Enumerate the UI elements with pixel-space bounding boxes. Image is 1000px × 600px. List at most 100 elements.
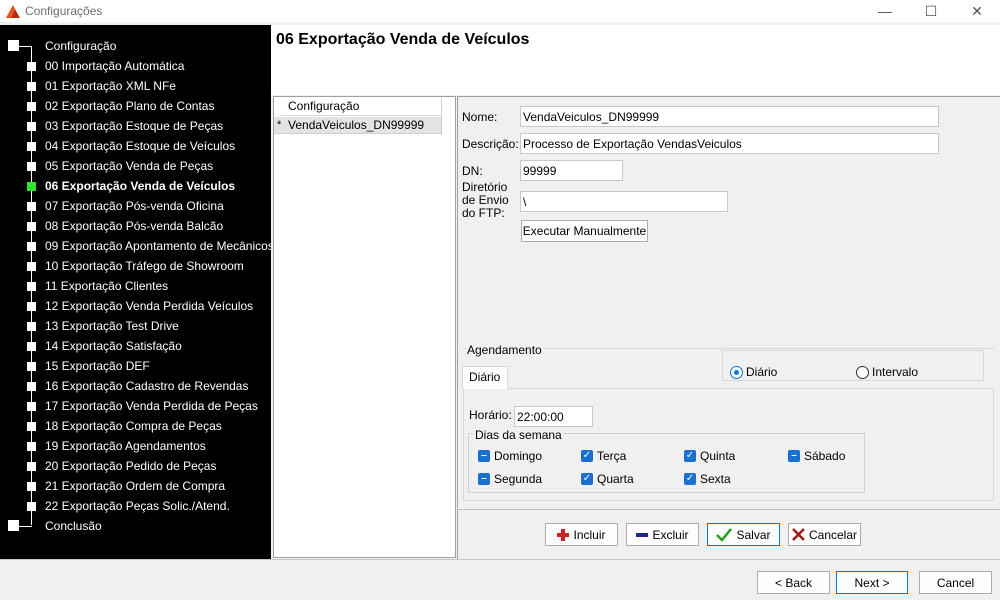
nav-item[interactable]: 03 Exportação Estoque de Peças bbox=[0, 117, 271, 137]
nav-item[interactable]: 16 Exportação Cadastro de Revendas bbox=[0, 377, 271, 397]
nav-node-icon bbox=[27, 462, 36, 471]
nav-item[interactable]: 19 Exportação Agendamentos bbox=[0, 437, 271, 457]
nav-node-icon bbox=[27, 82, 36, 91]
executar-manualmente-button[interactable]: Executar Manualmente bbox=[521, 220, 648, 242]
nav-node-icon bbox=[27, 482, 36, 491]
nav-item-label: 17 Exportação Venda Perdida de Peças bbox=[45, 399, 258, 413]
nav-item[interactable]: 18 Exportação Compra de Peças bbox=[0, 417, 271, 437]
nav-item-label: 12 Exportação Venda Perdida Veículos bbox=[45, 299, 254, 313]
nav-item[interactable]: 00 Importação Automática bbox=[0, 57, 271, 77]
salvar-button[interactable]: Salvar bbox=[707, 523, 780, 546]
nav-item-label: 22 Exportação Peças Solic./Atend. bbox=[45, 499, 230, 513]
nav-item-label: 04 Exportação Estoque de Veículos bbox=[45, 139, 236, 153]
nav-item-label: 05 Exportação Venda de Peças bbox=[45, 159, 214, 173]
nav-node-icon bbox=[27, 302, 36, 311]
checkbox-dia[interactable]: – Sábado bbox=[788, 449, 845, 463]
nav-item[interactable]: 02 Exportação Plano de Contas bbox=[0, 97, 271, 117]
cancel-button[interactable]: Cancel bbox=[919, 571, 992, 594]
nav-item[interactable]: 07 Exportação Pós-venda Oficina bbox=[0, 197, 271, 217]
nav-item[interactable]: 20 Exportação Pedido de Peças bbox=[0, 457, 271, 477]
incluir-button[interactable]: Incluir bbox=[545, 523, 618, 546]
nav-item[interactable]: 15 Exportação DEF bbox=[0, 357, 271, 377]
nav-item[interactable]: 08 Exportação Pós-venda Balcão bbox=[0, 217, 271, 237]
radio-intervalo[interactable]: Intervalo bbox=[856, 365, 918, 379]
nav-item-root[interactable]: Configuração bbox=[0, 37, 271, 57]
config-list[interactable]: Configuração * VendaVeiculos_DN99999 bbox=[273, 96, 456, 558]
nav-node-icon bbox=[27, 282, 36, 291]
nav-item-label: 15 Exportação DEF bbox=[45, 359, 150, 373]
horario-input[interactable] bbox=[514, 406, 593, 427]
nav-node-icon bbox=[27, 242, 36, 251]
nav-item-label: 03 Exportação Estoque de Peças bbox=[45, 119, 224, 133]
nav-item[interactable]: 09 Exportação Apontamento de Mecânicos bbox=[0, 237, 274, 257]
radio-selected-icon bbox=[730, 365, 743, 379]
check-icon bbox=[716, 527, 733, 542]
nav-node-icon bbox=[27, 202, 36, 211]
checkbox-dia[interactable]: ✓ Sexta bbox=[684, 472, 731, 486]
checkbox-dia[interactable]: – Domingo bbox=[478, 449, 542, 463]
maximize-button[interactable]: ☐ bbox=[908, 0, 954, 22]
nav-item[interactable]: 22 Exportação Peças Solic./Atend. bbox=[0, 497, 271, 517]
back-button[interactable]: < Back bbox=[757, 571, 830, 594]
nav-item[interactable]: 01 Exportação XML NFe bbox=[0, 77, 271, 97]
nav-item-label: 09 Exportação Apontamento de Mecânicos bbox=[45, 239, 274, 253]
checkbox-dia[interactable]: ✓ Terça bbox=[581, 449, 626, 463]
checkbox-dia[interactable]: ✓ Quinta bbox=[684, 449, 735, 463]
dn-input[interactable] bbox=[520, 160, 623, 181]
descricao-input[interactable] bbox=[520, 133, 939, 154]
nav-item[interactable]: 17 Exportação Venda Perdida de Peças bbox=[0, 397, 271, 417]
nav-node-icon bbox=[27, 342, 36, 351]
checkbox-checked-icon: ✓ bbox=[581, 450, 593, 462]
cancelar-button[interactable]: Cancelar bbox=[788, 523, 861, 546]
executar-manualmente-label: Executar Manualmente bbox=[522, 224, 647, 238]
diretorio-ftp-input[interactable] bbox=[520, 191, 728, 212]
nav-node-icon bbox=[27, 442, 36, 451]
nav-item-label: 01 Exportação XML NFe bbox=[45, 79, 176, 93]
next-button[interactable]: Next > bbox=[836, 571, 908, 594]
nav-node-icon bbox=[27, 422, 36, 431]
nav-node-icon bbox=[27, 162, 36, 171]
nome-input[interactable] bbox=[520, 106, 939, 127]
plus-icon bbox=[557, 528, 570, 541]
nav-node-icon bbox=[27, 122, 36, 131]
agendamento-caption: Agendamento bbox=[465, 343, 544, 357]
list-column-header: Configuração bbox=[274, 97, 442, 116]
nav-item[interactable]: 21 Exportação Ordem de Compra bbox=[0, 477, 271, 497]
nav-item[interactable]: 10 Exportação Tráfego de Showroom bbox=[0, 257, 271, 277]
nav-node-icon bbox=[27, 62, 36, 71]
nav-item-end[interactable]: Conclusão bbox=[0, 517, 271, 537]
nav-item[interactable]: 04 Exportação Estoque de Veículos bbox=[0, 137, 271, 157]
nav-item-label: 11 Exportação Clientes bbox=[45, 279, 169, 293]
descricao-label: Descrição: bbox=[462, 137, 519, 151]
nav-item-label: Configuração bbox=[45, 39, 117, 53]
checkbox-indeterminate-icon: – bbox=[478, 450, 490, 462]
nav-item-label: Conclusão bbox=[45, 519, 102, 533]
nav-item-label: 00 Importação Automática bbox=[45, 59, 185, 73]
nav-item[interactable]: 12 Exportação Venda Perdida Veículos bbox=[0, 297, 271, 317]
nav-node-icon bbox=[27, 102, 36, 111]
nav-item[interactable]: 11 Exportação Clientes bbox=[0, 277, 271, 297]
page-header: 06 Exportação Venda de Veículos bbox=[271, 25, 1000, 95]
nav-node-icon bbox=[27, 262, 36, 271]
radio-diario[interactable]: Diário bbox=[730, 365, 777, 379]
close-button[interactable]: ✕ bbox=[954, 0, 1000, 22]
checkbox-dia[interactable]: – Segunda bbox=[478, 472, 542, 486]
nav-item-label: 02 Exportação Plano de Contas bbox=[45, 99, 215, 113]
nome-label: Nome: bbox=[462, 110, 498, 124]
minimize-button[interactable]: — bbox=[862, 0, 908, 22]
nav-node-icon bbox=[27, 362, 36, 371]
x-icon bbox=[792, 528, 805, 541]
nav-item[interactable]: 06 Exportação Venda de Veículos bbox=[0, 177, 271, 197]
checkbox-dia[interactable]: ✓ Quarta bbox=[581, 472, 634, 486]
nav-item-label: 18 Exportação Compra de Peças bbox=[45, 419, 222, 433]
tab-diario[interactable]: Diário bbox=[462, 366, 508, 389]
title-bar: Configurações — ☐ ✕ bbox=[0, 0, 1000, 22]
minimize-icon: — bbox=[878, 3, 892, 19]
nav-item[interactable]: 13 Exportação Test Drive bbox=[0, 317, 271, 337]
radio-unselected-icon bbox=[856, 365, 869, 379]
excluir-button[interactable]: Excluir bbox=[626, 523, 699, 546]
nav-item[interactable]: 05 Exportação Venda de Peças bbox=[0, 157, 271, 177]
nav-item[interactable]: 14 Exportação Satisfação bbox=[0, 337, 271, 357]
nav-node-icon bbox=[27, 142, 36, 151]
list-item[interactable]: * VendaVeiculos_DN99999 bbox=[274, 117, 442, 134]
